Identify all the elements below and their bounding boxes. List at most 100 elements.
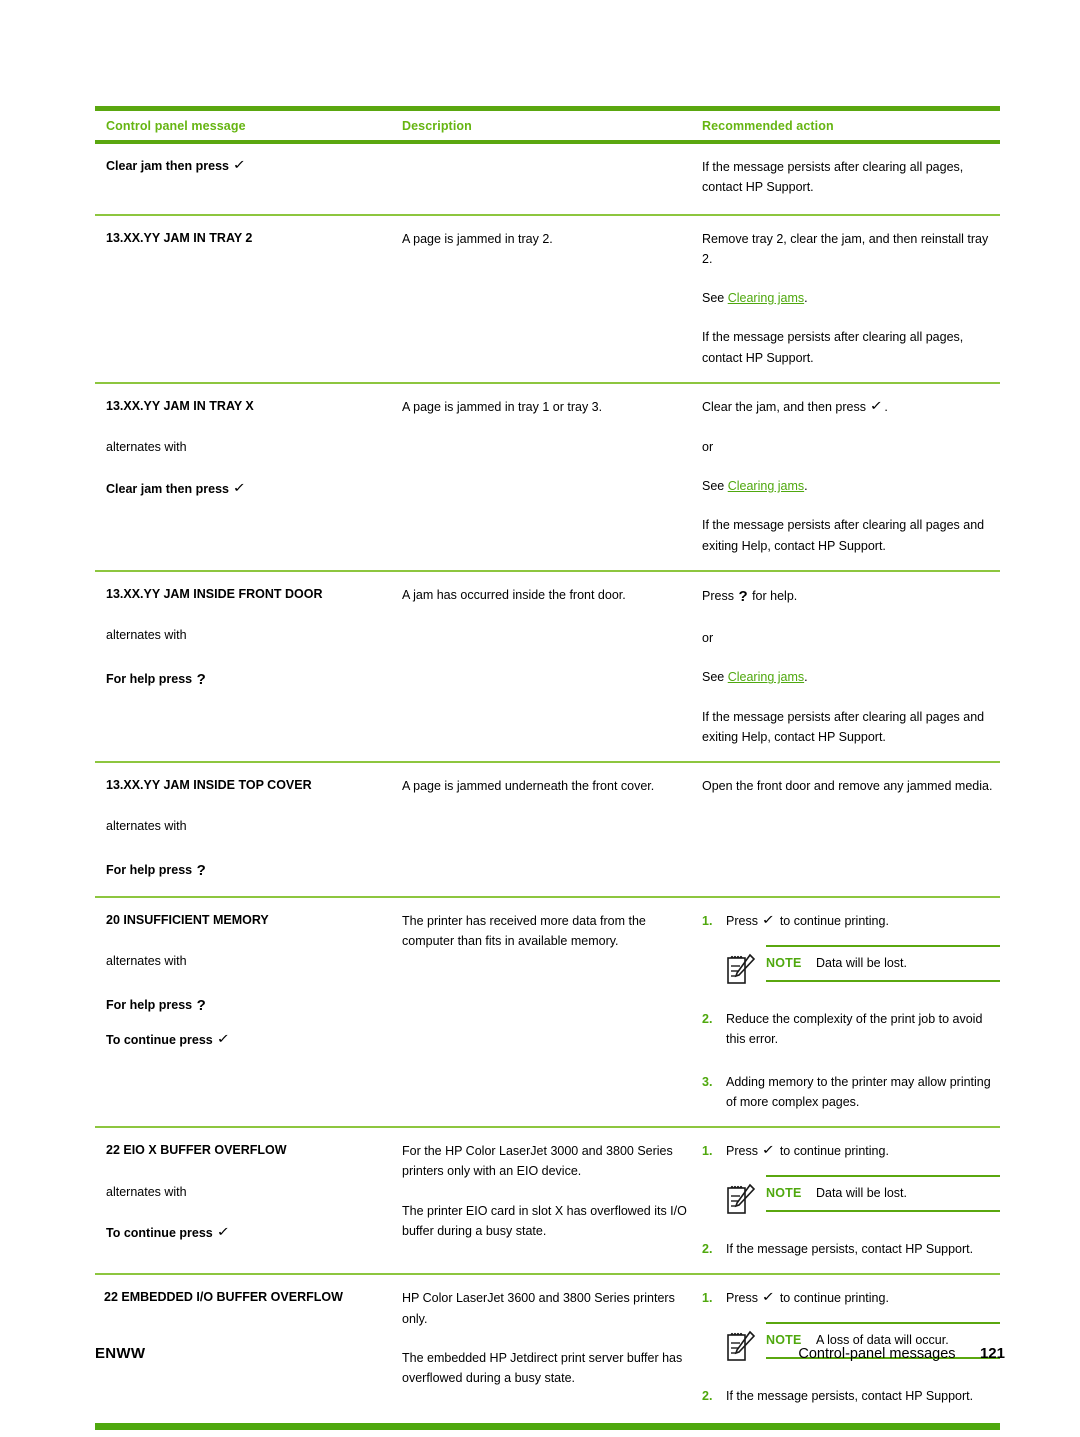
see-suffix: .: [804, 291, 808, 305]
column-header-control-panel-message: Control panel message: [106, 119, 246, 133]
list-item: 2. Reduce the complexity of the print jo…: [702, 1009, 1000, 1050]
message-text: 20 INSUFFICIENT MEMORY: [106, 913, 269, 928]
note-text: Data will be lost.: [815, 1186, 907, 1201]
cell-description: A page is jammed in tray 2.: [402, 229, 702, 249]
document-page: Control panel message Description Recomm…: [0, 0, 1080, 1437]
step-number: 2.: [702, 1242, 713, 1257]
cell-message: 13.XX.YY JAM INSIDE FRONT DOOR alternate…: [95, 585, 402, 691]
see-suffix: .: [804, 479, 808, 494]
list-item: 2. If the message persists, contact HP S…: [702, 1386, 1000, 1406]
page-footer: ENWW Control-panel messages 121: [95, 1345, 1005, 1363]
checkmark-icon: ✓: [762, 1143, 776, 1159]
message-text: 13.XX.YY JAM IN TRAY X: [106, 398, 254, 413]
description-text: A page is jammed underneath the front co…: [402, 779, 655, 794]
cell-action: Clear the jam, and then press ✓. or See …: [702, 397, 1000, 556]
list-item: 1. Press ✓ to continue printing.: [702, 1288, 1000, 1309]
step-number: 1.: [702, 914, 713, 929]
see-prefix: See: [702, 479, 728, 494]
action-text: Open the front door and remove any jamme…: [702, 779, 993, 794]
step-number: 1.: [702, 1144, 713, 1159]
alternates-with-label: alternates with: [106, 1184, 187, 1199]
table-row: 13.XX.YY JAM IN TRAY 2 A page is jammed …: [95, 216, 1000, 382]
message-text: Clear jam then press ✓: [106, 157, 392, 177]
checkmark-icon: ✓: [762, 913, 776, 929]
checkmark-icon: ✓: [870, 398, 884, 414]
footer-page-number: 121: [979, 1345, 1005, 1362]
step-suffix: to continue printing.: [776, 1144, 889, 1159]
description-text: HP Color LaserJet 3600 and 3800 Series p…: [402, 1291, 675, 1326]
message-text-alternate: To continue press ✓: [106, 1224, 392, 1244]
list-item: 1. Press ✓ to continue printing.: [702, 1141, 1000, 1162]
step-number: 2.: [702, 1012, 713, 1027]
action-or: or: [702, 439, 714, 454]
control-panel-message-table: Control panel message Description Recomm…: [95, 106, 1000, 1430]
clearing-jams-link[interactable]: Clearing jams: [728, 291, 804, 305]
checkmark-icon: ✓: [216, 1032, 231, 1048]
clearing-jams-link[interactable]: Clearing jams: [728, 670, 804, 684]
table-header-row: Control panel message Description Recomm…: [95, 111, 1000, 140]
cell-action: 1. Press ✓ to continue printing.: [702, 1141, 1000, 1259]
note-notepad-icon: [726, 945, 760, 992]
description-text: A page is jammed in tray 1 or tray 3.: [402, 399, 603, 414]
action-see-reference: See Clearing jams.: [702, 667, 1000, 687]
list-item: 1. Press ✓ to continue printing.: [702, 911, 1000, 932]
action-steps-list: 1. Press ✓ to continue printing.: [702, 1141, 1000, 1259]
cell-message: 13.XX.YY JAM IN TRAY X alternates with C…: [95, 397, 402, 500]
message-text-alternate: For help press ?: [106, 994, 392, 1017]
list-item: 3. Adding memory to the printer may allo…: [702, 1072, 1000, 1113]
action-text: If the message persists after clearing a…: [702, 160, 964, 195]
description-text: The printer has received more data from …: [402, 914, 646, 949]
cell-message: 20 INSUFFICIENT MEMORY alternates with F…: [95, 911, 402, 1051]
message-text-alternate-2: To continue press ✓: [106, 1031, 392, 1051]
table-row: 13.XX.YY JAM INSIDE FRONT DOOR alternate…: [95, 572, 1000, 761]
action-see-reference: See Clearing jams.: [702, 476, 1000, 496]
step-text: If the message persists, contact HP Supp…: [726, 1242, 974, 1257]
action-or: or: [702, 631, 714, 646]
cell-message: 13.XX.YY JAM IN TRAY 2: [95, 229, 402, 248]
note-body: NOTE Data will be lost.: [766, 945, 1000, 982]
note-admonition: NOTE Data will be lost.: [726, 1175, 1000, 1222]
message-text-alternate: For help press ?: [106, 668, 392, 691]
action-text: If the message persists after clearing a…: [702, 518, 985, 553]
step-prefix: Press: [726, 1144, 758, 1159]
note-admonition: NOTE Data will be lost.: [726, 945, 1000, 992]
clearing-jams-link[interactable]: Clearing jams: [728, 479, 804, 493]
step-text: Press ✓ to continue printing.: [726, 911, 1000, 932]
message-text: 13.XX.YY JAM INSIDE TOP COVER: [106, 778, 312, 793]
step-text: Reduce the complexity of the print job t…: [726, 1012, 983, 1047]
action-text: Press ? for help.: [702, 585, 1000, 609]
column-header-description: Description: [402, 119, 472, 133]
note-label: NOTE: [766, 1186, 802, 1201]
question-mark-icon: ?: [196, 670, 206, 688]
action-steps-list: 1. Press ✓ to continue printing.: [702, 911, 1000, 1112]
message-text: 13.XX.YY JAM IN TRAY 2: [106, 230, 253, 245]
footer-right-group: Control-panel messages 121: [798, 1345, 1005, 1363]
description-text: For the HP Color LaserJet 3000 and 3800 …: [402, 1144, 673, 1179]
alternates-with-label: alternates with: [106, 819, 187, 834]
see-prefix: See: [702, 670, 728, 685]
step-text: If the message persists, contact HP Supp…: [726, 1389, 974, 1404]
note-text: Data will be lost.: [815, 956, 907, 971]
message-label: For help press: [106, 997, 193, 1012]
cell-action: 1. Press ✓ to continue printing.: [702, 911, 1000, 1112]
action-prefix: Clear the jam, and then press: [702, 399, 866, 414]
cell-description: A jam has occurred inside the front door…: [402, 585, 702, 605]
step-number: 3.: [702, 1074, 713, 1089]
table-bottom-rule: [95, 1422, 1000, 1430]
table-row: 13.XX.YY JAM IN TRAY X alternates with C…: [95, 384, 1000, 570]
cell-message: 13.XX.YY JAM INSIDE TOP COVER alternates…: [95, 776, 402, 882]
step-suffix: to continue printing.: [776, 1291, 889, 1306]
question-mark-icon: ?: [196, 861, 206, 879]
list-item: 2. If the message persists, contact HP S…: [702, 1239, 1000, 1259]
see-suffix: .: [804, 670, 808, 685]
action-suffix: for help.: [748, 588, 798, 603]
step-prefix: Press: [726, 1291, 758, 1306]
message-label: To continue press: [106, 1225, 213, 1240]
table-row: 20 INSUFFICIENT MEMORY alternates with F…: [95, 898, 1000, 1126]
alternates-with-label: alternates with: [106, 440, 187, 455]
step-number: 1.: [702, 1291, 713, 1306]
checkmark-icon: ✓: [762, 1290, 776, 1306]
message-text-alternate: For help press ?: [106, 859, 392, 882]
step-text: Adding memory to the printer may allow p…: [726, 1074, 991, 1109]
message-label: For help press: [106, 671, 193, 686]
